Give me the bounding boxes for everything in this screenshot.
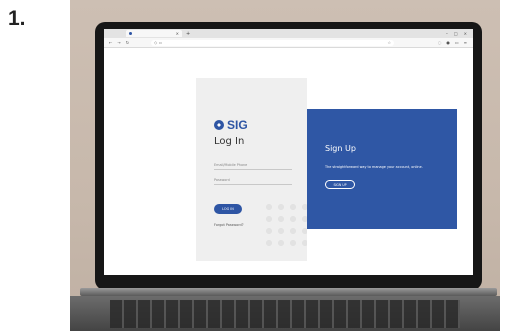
minimize-icon[interactable]: –	[446, 31, 448, 36]
url-bar[interactable]: ◇ ▫ ☆	[151, 39, 395, 46]
login-panel: SIG Log In Email/Mobile Phone Password L…	[196, 78, 307, 261]
password-field[interactable]: Password	[214, 175, 292, 185]
email-field[interactable]: Email/Mobile Phone	[214, 160, 292, 170]
forward-icon[interactable]: →	[117, 40, 120, 45]
close-window-icon[interactable]: ×	[464, 31, 467, 36]
logo-text: SIG	[227, 118, 248, 132]
signup-panel: Sign Up The straightforward way to manag…	[307, 109, 457, 229]
window-controls: – □ ×	[446, 31, 467, 36]
shield-icon: ◇	[154, 40, 158, 45]
back-icon[interactable]: ←	[109, 40, 112, 45]
login-title: Log In	[214, 136, 245, 147]
forgot-password-link[interactable]: Forgot Password?	[214, 223, 244, 227]
bookmark-star-icon[interactable]: ☆	[387, 40, 391, 45]
password-placeholder: Password	[214, 178, 230, 182]
extensions-icon[interactable]: ◌	[438, 40, 442, 45]
browser-tab[interactable]: ×	[126, 30, 182, 37]
signup-button[interactable]: SIGN UP	[325, 180, 355, 189]
decorative-pattern	[263, 201, 307, 251]
laptop-keyboard	[110, 300, 460, 328]
signup-description: The straightforward way to manage your a…	[325, 165, 423, 169]
browser-tab-bar: × + – □ ×	[104, 29, 473, 38]
tab-favicon-icon	[129, 32, 132, 35]
laptop-hinge	[80, 288, 497, 296]
email-placeholder: Email/Mobile Phone	[214, 163, 248, 167]
browser-toolbar: ← → ↻ ◇ ▫ ☆ ◌ ● ▭ ≡	[104, 38, 473, 48]
web-page: SIG Log In Email/Mobile Phone Password L…	[104, 48, 473, 275]
account-icon[interactable]: ●	[446, 40, 450, 45]
step-number: 1.	[8, 7, 26, 30]
downloads-icon[interactable]: ▭	[455, 40, 459, 45]
maximize-icon[interactable]: □	[454, 31, 458, 36]
laptop-screen: × + – □ × ← → ↻ ◇ ▫ ☆ ◌ ● ▭ ≡ SIG Log In…	[104, 29, 473, 275]
lock-icon: ▫	[159, 40, 162, 45]
menu-icon[interactable]: ≡	[464, 40, 467, 45]
signup-title: Sign Up	[325, 144, 356, 153]
login-button[interactable]: LOG IN	[214, 204, 242, 214]
laptop-photo: × + – □ × ← → ↻ ◇ ▫ ☆ ◌ ● ▭ ≡ SIG Log In…	[70, 0, 500, 331]
sig-logo: SIG	[214, 118, 248, 132]
tab-close-icon[interactable]: ×	[176, 31, 179, 36]
sig-logo-icon	[214, 120, 224, 130]
reload-icon[interactable]: ↻	[126, 40, 129, 45]
new-tab-icon[interactable]: +	[186, 31, 190, 37]
